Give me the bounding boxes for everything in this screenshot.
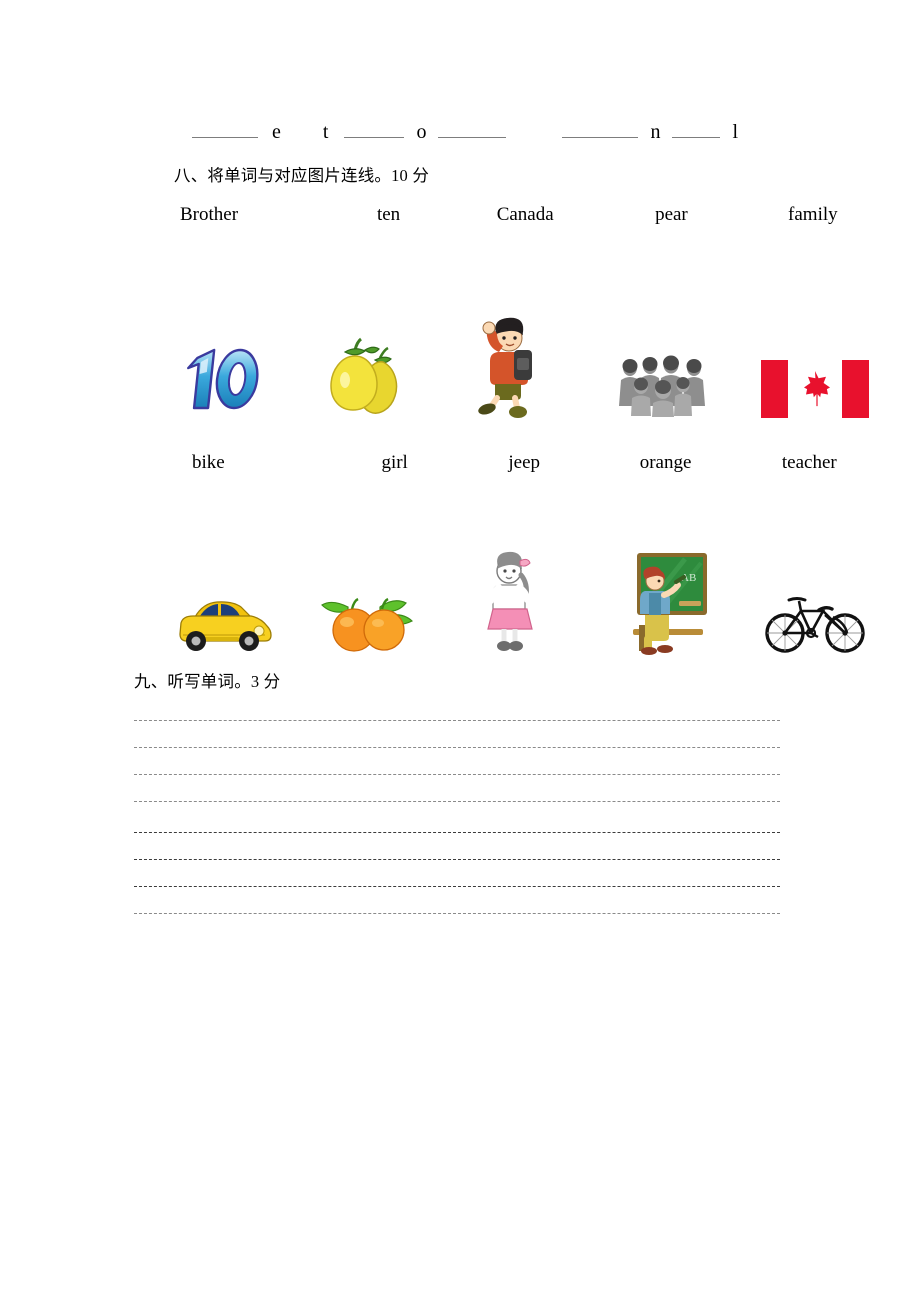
- blank-letter-t: t: [322, 121, 329, 143]
- oranges-icon: [320, 597, 413, 652]
- blank-line-2[interactable]: [344, 122, 405, 138]
- picture-cell-pears[interactable]: [300, 308, 435, 418]
- section-nine-heading: 九、听写单词。3 分: [134, 672, 281, 691]
- teacher-chalkboard-icon: AB: [632, 553, 707, 655]
- section-eight-heading: 八、将单词与对应图片连线。10 分: [174, 166, 430, 185]
- blank-line-5[interactable]: [672, 122, 721, 138]
- dictation-line-group-2: [134, 806, 780, 914]
- match-pictures-row-2: AB: [150, 545, 890, 655]
- blank-letter-e: e: [272, 121, 281, 143]
- fill-blank-row: e t o n l: [150, 122, 870, 152]
- family-photo-icon: [614, 352, 711, 418]
- blank-letter-o: o: [416, 121, 427, 143]
- picture-cell-canada-flag[interactable]: [740, 308, 890, 418]
- dictation-line[interactable]: [134, 887, 780, 914]
- match-word-pear[interactable]: pear: [597, 204, 746, 226]
- boy-waving-icon: [478, 317, 532, 418]
- match-word-bike[interactable]: bike: [150, 452, 333, 474]
- blank-line-4[interactable]: [562, 122, 639, 138]
- dictation-line[interactable]: [134, 860, 780, 887]
- blank-line-1[interactable]: [192, 122, 258, 138]
- dictation-line[interactable]: [134, 775, 780, 802]
- number-ten-icon: [187, 348, 259, 410]
- picture-cell-bicycle[interactable]: [740, 545, 890, 655]
- yellow-car-icon: [179, 601, 272, 651]
- match-word-teacher[interactable]: teacher: [739, 452, 880, 474]
- match-word-ten[interactable]: ten: [324, 204, 453, 226]
- pears-icon: [329, 337, 397, 414]
- match-word-jeep[interactable]: jeep: [456, 452, 593, 474]
- dictation-line[interactable]: [134, 748, 780, 775]
- blank-letter-n: n: [650, 121, 661, 143]
- match-words-row-1: Brother ten Canada pear family: [150, 204, 880, 226]
- match-word-girl[interactable]: girl: [333, 452, 456, 474]
- picture-cell-boy[interactable]: [435, 308, 585, 418]
- match-word-canada[interactable]: Canada: [453, 204, 597, 226]
- canada-flag-icon: [761, 360, 869, 418]
- match-word-brother[interactable]: Brother: [150, 204, 324, 226]
- match-words-row-2: bike girl jeep orange teacher: [150, 452, 880, 474]
- picture-cell-oranges[interactable]: [300, 545, 435, 655]
- dictation-line[interactable]: [134, 833, 780, 860]
- girl-icon: [487, 551, 533, 651]
- picture-cell-family-photo[interactable]: [585, 308, 740, 418]
- picture-cell-teacher[interactable]: AB: [585, 545, 740, 655]
- blank-line-3[interactable]: [438, 122, 507, 138]
- picture-cell-number-ten[interactable]: [150, 308, 300, 418]
- picture-cell-girl[interactable]: [435, 545, 585, 655]
- dictation-line[interactable]: [134, 721, 780, 748]
- worksheet-page: e t o n l 八、将单词与对应图片连线。10 分 Brother ten …: [0, 0, 920, 1302]
- dictation-line[interactable]: [134, 694, 780, 721]
- match-word-orange[interactable]: orange: [593, 452, 739, 474]
- bicycle-icon: [765, 597, 865, 653]
- dictation-line[interactable]: [134, 806, 780, 833]
- blank-letter-l: l: [732, 121, 739, 143]
- match-word-family[interactable]: family: [746, 204, 880, 226]
- dictation-line-group-1: [134, 694, 780, 802]
- match-pictures-row-1: [150, 308, 890, 418]
- picture-cell-yellow-car[interactable]: [150, 545, 300, 655]
